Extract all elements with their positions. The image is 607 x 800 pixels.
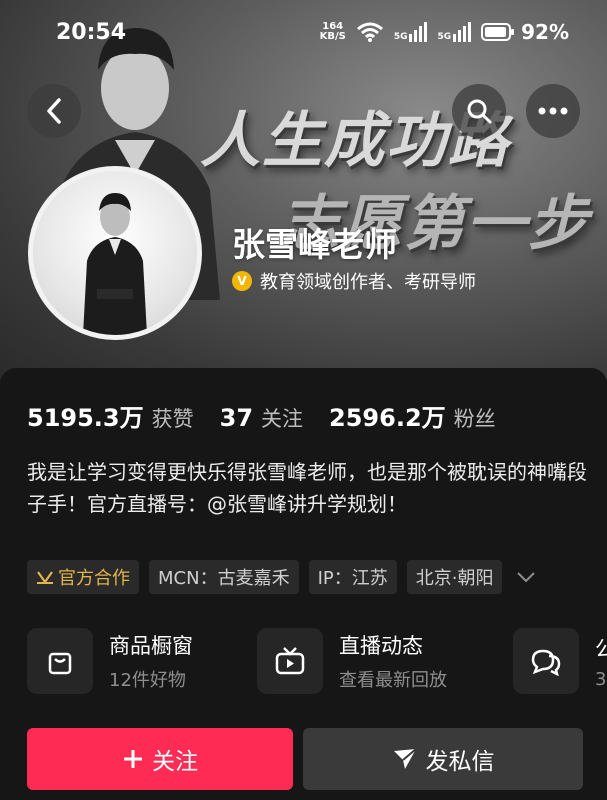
message-label: 发私信	[425, 749, 495, 775]
following-label: 关注	[261, 407, 304, 431]
feature-shop-window[interactable]: 商品橱窗 12件好物	[27, 628, 193, 694]
stats-row: 5195.3万 获赞 37 关注 2596.2万 粉丝	[27, 398, 522, 433]
followers-count[interactable]: 2596.2万	[329, 398, 446, 433]
network-speed-unit: KB/S	[319, 31, 346, 42]
official-cooperation-label: 官方合作	[58, 568, 130, 589]
status-indicators: 164 KB/S 5G 5G 92%	[320, 20, 569, 44]
battery-percent: 92%	[521, 20, 569, 44]
network-speed: 164 KB/S	[320, 22, 346, 42]
signal-bars-icon	[409, 22, 428, 42]
chat-bubbles-icon	[513, 628, 579, 694]
likes-count[interactable]: 5195.3万	[27, 398, 144, 433]
feature-shop-subtitle: 12件好物	[109, 670, 186, 691]
profile-bio: 我是让学习变得更快乐得张雪峰老师，也是那个被耽误的神嘴段子手！官方直播号：@张雪…	[27, 460, 587, 516]
chevron-left-icon	[47, 98, 61, 124]
feature-live[interactable]: 直播动态 查看最新回放	[257, 628, 447, 694]
search-icon	[467, 99, 492, 124]
signal-bars-icon	[453, 22, 472, 42]
feature-group-title: 公	[595, 636, 607, 661]
feature-shop-title: 商品橱窗	[109, 634, 193, 658]
avatar-portrait	[83, 193, 147, 335]
plus-icon	[124, 750, 142, 768]
feature-live-title: 直播动态	[339, 634, 423, 658]
following-count[interactable]: 37	[220, 404, 253, 432]
shopping-bag-icon	[27, 628, 93, 694]
profile-panel: 5195.3万 获赞 37 关注 2596.2万 粉丝 我是让学习变得更快乐得张…	[0, 368, 607, 800]
official-cooperation-tag[interactable]: 官方合作	[27, 560, 139, 594]
back-button[interactable]	[27, 84, 81, 138]
chevron-down-icon[interactable]	[516, 571, 536, 583]
battery: 92%	[481, 20, 569, 44]
feature-group[interactable]: 公 3	[513, 628, 607, 694]
follow-label: 关注	[152, 749, 198, 775]
verification-text: 教育领域创作者、考研导师	[260, 272, 476, 293]
profile-name: 张雪峰老师	[232, 225, 397, 264]
status-time: 20:54	[56, 19, 127, 45]
send-message-button[interactable]: 发私信	[303, 728, 583, 790]
signal-5g-1-label: 5G	[393, 32, 408, 42]
profile-tags: 官方合作 MCN：古麦嘉禾 IP：江苏 北京·朝阳	[27, 560, 536, 594]
signal-5g-2: 5G	[437, 22, 472, 42]
followers-label: 粉丝	[453, 407, 496, 431]
search-button[interactable]	[452, 84, 506, 138]
more-dots-icon	[538, 107, 568, 115]
avatar[interactable]	[28, 166, 202, 340]
verification-line: V 教育领域创作者、考研导师	[232, 268, 476, 294]
likes-label: 获赞	[151, 407, 194, 431]
wifi-icon	[356, 22, 383, 42]
more-button[interactable]	[526, 84, 580, 138]
feature-row: 商品橱窗 12件好物 直播动态 查看最新回放 公 3	[27, 628, 607, 708]
send-icon	[393, 748, 417, 769]
verified-badge-icon: V	[232, 271, 252, 291]
status-bar: 20:54 164 KB/S 5G 5G 92%	[0, 0, 607, 64]
feature-group-subtitle: 3	[595, 668, 607, 690]
action-buttons: 关注 发私信	[27, 728, 583, 790]
city-tag[interactable]: 北京·朝阳	[406, 560, 503, 594]
feature-live-subtitle: 查看最新回放	[339, 670, 447, 691]
ip-location-tag[interactable]: IP：江苏	[308, 560, 397, 594]
tv-icon	[257, 628, 323, 694]
signal-5g-2-label: 5G	[437, 32, 452, 42]
signal-5g-1: 5G	[394, 22, 428, 42]
follow-button[interactable]: 关注	[27, 728, 293, 790]
cooperation-icon	[37, 571, 53, 584]
mcn-tag[interactable]: MCN：古麦嘉禾	[149, 560, 299, 594]
battery-icon	[481, 23, 515, 41]
